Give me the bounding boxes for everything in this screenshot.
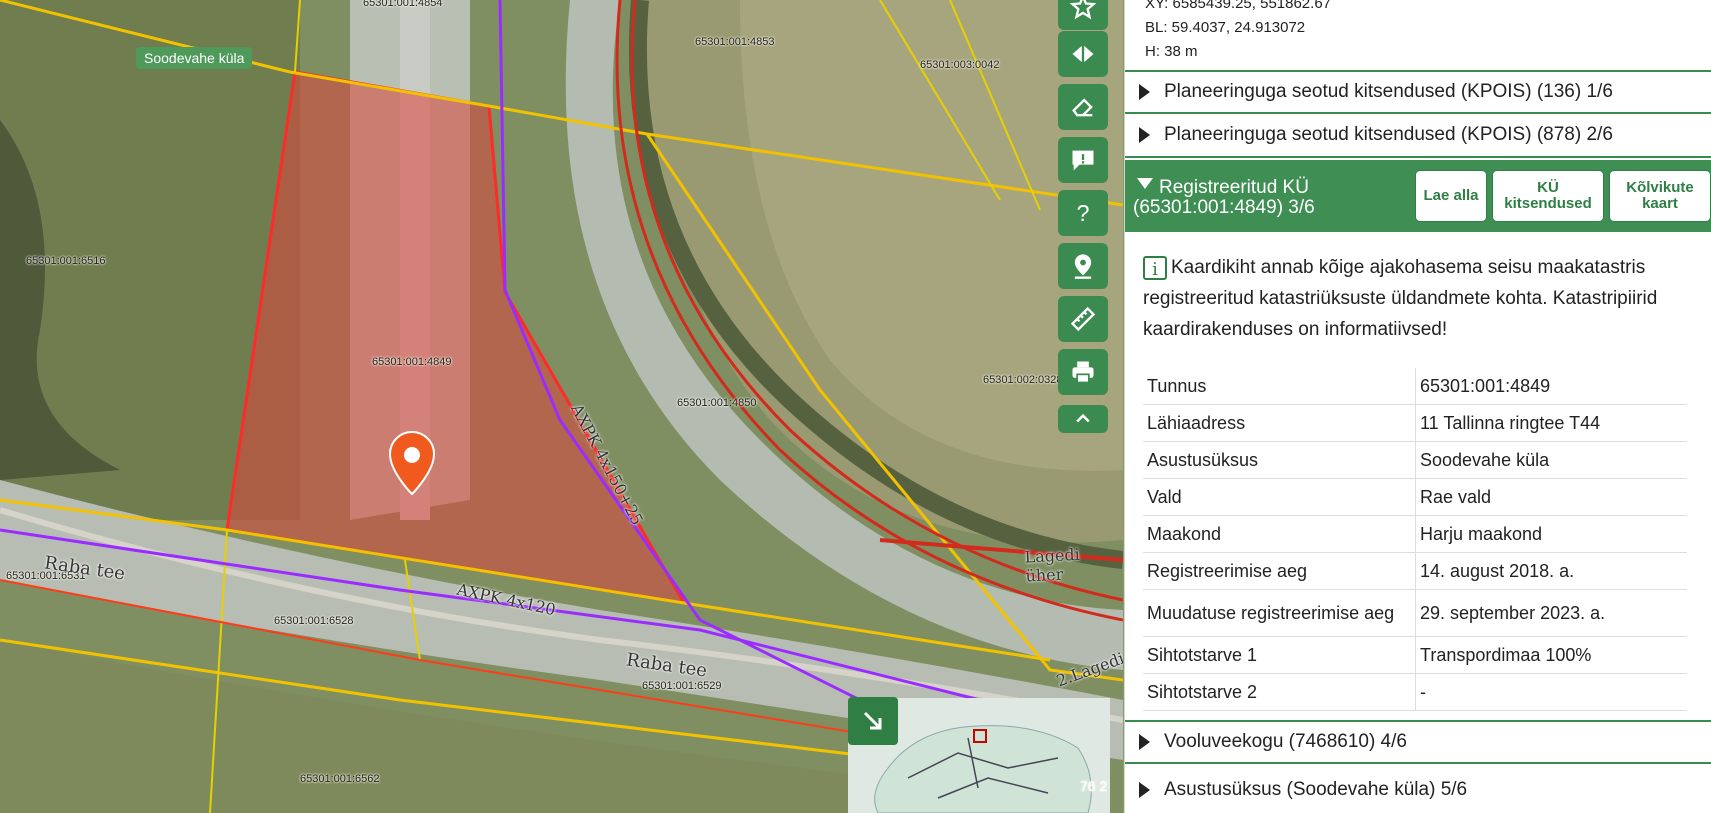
table-row: Tunnus 65301:001:4849 [1143,368,1687,405]
info-note: i Kaardikiht annab kõige ajakohasema seis… [1143,252,1703,345]
svg-text:?: ? [1077,200,1090,226]
minimap-toggle-button[interactable] [848,697,898,745]
attribute-key: Muudatuse registreerimise aeg [1143,589,1416,637]
section-kpois-136[interactable]: Planeeringuga seotud kitsendused (KPOIS)… [1125,70,1711,114]
attribute-value: Soodevahe küla [1415,441,1687,479]
xy-coordinates: XY: 6585439.25, 551862.67 [1145,0,1332,12]
section-label: Registreeritud KÜ (65301:001:4849) 3/6 [1133,177,1315,218]
help-button[interactable]: ? [1058,190,1108,236]
attribute-value: - [1415,673,1687,711]
collapse-toolbar-button[interactable] [1058,405,1108,433]
attribute-value: 14. august 2018. a. [1415,552,1687,590]
star-icon [1069,0,1097,20]
eraser-button[interactable] [1058,84,1108,130]
help-icon: ? [1077,200,1090,226]
section-settlement[interactable]: Asustusüksus (Soodevahe küla) 5/6 [1125,766,1711,813]
attribute-key: Asustusüksus [1143,441,1416,479]
attribute-key: Lähiaadress [1143,404,1416,442]
parcel-label: 65301:001:4850 [677,397,757,409]
attribute-key: Registreerimise aeg [1143,552,1416,590]
attribute-key: Maakond [1143,515,1416,553]
aerial-map-canvas[interactable] [0,0,1123,813]
section-label: Planeeringuga seotud kitsendused (KPOIS)… [1164,124,1613,145]
table-row: Registreerimise aeg 14. august 2018. a. [1143,552,1687,590]
attribute-value: Transpordimaa 100% [1415,636,1687,674]
location-icon [1074,254,1092,279]
info-text: Kaardikiht annab kõige ajakohasema seisu… [1143,257,1658,340]
info-panel: XY: 6585439.25, 551862.67 BL: 59.4037, 2… [1124,0,1711,813]
parcel-restrictions-button[interactable]: KÜ kitsendused [1492,170,1604,222]
feedback-button[interactable] [1058,137,1108,183]
attribute-key: Sihtotstarve 1 [1143,636,1416,674]
parcel-label: 65301:003:0042 [920,59,1000,71]
parcel-label: 65301:001:6562 [300,773,380,785]
eraser-icon [1072,98,1093,117]
parcel-label: 65301:001:6528 [274,615,354,627]
table-row: Sihtotstarve 2- [1143,673,1687,711]
bl-coordinates: BL: 59.4037, 24.913072 [1145,19,1306,36]
minimap-label: 76 2 [1080,778,1108,794]
expand-icon [1139,781,1150,798]
ruler-icon [1070,306,1096,332]
section-watercourse[interactable]: Vooluveekogu (7468610) 4/6 [1125,720,1711,764]
height-readout: H: 38 m [1145,43,1198,60]
table-row: Vald Rae vald [1143,478,1687,516]
favorite-button[interactable] [1058,0,1108,30]
expand-icon [1139,127,1150,143]
expand-icon [1139,734,1150,750]
section-kpois-878[interactable]: Planeeringuga seotud kitsendused (KPOIS)… [1125,114,1711,158]
compare-button[interactable] [1058,31,1108,77]
land-use-map-button[interactable]: Kõlvikute kaart [1609,170,1711,222]
parcel-label: 65301:001:4854 [363,0,443,9]
map-view[interactable]: Soodevahe küla 65301:001:4854 65301:001:… [0,0,1123,813]
parcel-label: 65301:002:0328 [983,374,1063,386]
split-icon [1072,45,1094,63]
parcel-label: 65301:001:6529 [642,680,722,692]
attribute-value: 65301:001:4849 [1415,368,1687,405]
print-button[interactable] [1058,349,1108,395]
attribute-key: Tunnus [1143,368,1416,405]
locate-button[interactable] [1058,243,1108,289]
arrow-down-right-icon [863,711,882,730]
attribute-key: Sihtotstarve 2 [1143,673,1416,711]
attribute-value: Rae vald [1415,478,1687,516]
attribute-value: Harju maakond [1415,515,1687,553]
attributes-table: Tunnus 65301:001:4849 Lähiaadress 11 Talli… [1143,368,1687,711]
print-icon [1072,361,1094,384]
table-row: Asustusüksus Soodevahe küla [1143,441,1687,479]
attribute-value: 29. september 2023. a. [1415,589,1687,637]
table-row: Sihtotstarve 1 Transpordimaa 100% [1143,636,1687,674]
attribute-key: Vald [1143,478,1416,516]
village-label: Soodevahe küla [136,47,253,69]
chevron-up-icon [1076,413,1090,423]
section-label: Planeeringuga seotud kitsendused (KPOIS)… [1164,81,1613,102]
section-registered-parcel[interactable]: Registreeritud KÜ (65301:001:4849) 3/6 L… [1125,160,1711,232]
download-button[interactable]: Lae alla [1415,170,1487,222]
comment-icon [1072,150,1094,171]
table-row: Lähiaadress 11 Tallinna ringtee T44 [1143,404,1687,442]
parcel-label: 65301:001:4849 [372,356,452,368]
parcel-label: 65301:001:4853 [695,36,775,48]
info-icon: i [1143,255,1167,280]
road-label: Lagedi üher [1024,544,1081,586]
parcel-label: 65301:001:6516 [26,255,106,267]
table-row: Maakond Harju maakond [1143,515,1687,553]
section-label: Vooluveekogu (7468610) 4/6 [1164,731,1407,752]
measure-button[interactable] [1058,296,1108,342]
expand-icon [1139,84,1150,100]
table-row: Muudatuse registreerimise aeg 29. septemb… [1143,589,1687,637]
attribute-value: 11 Tallinna ringtee T44 [1415,404,1687,442]
coordinates-readout: XY: 6585439.25, 551862.67 BL: 59.4037, 2… [1145,0,1331,64]
section-label: Asustusüksus (Soodevahe küla) 5/6 [1164,778,1468,800]
